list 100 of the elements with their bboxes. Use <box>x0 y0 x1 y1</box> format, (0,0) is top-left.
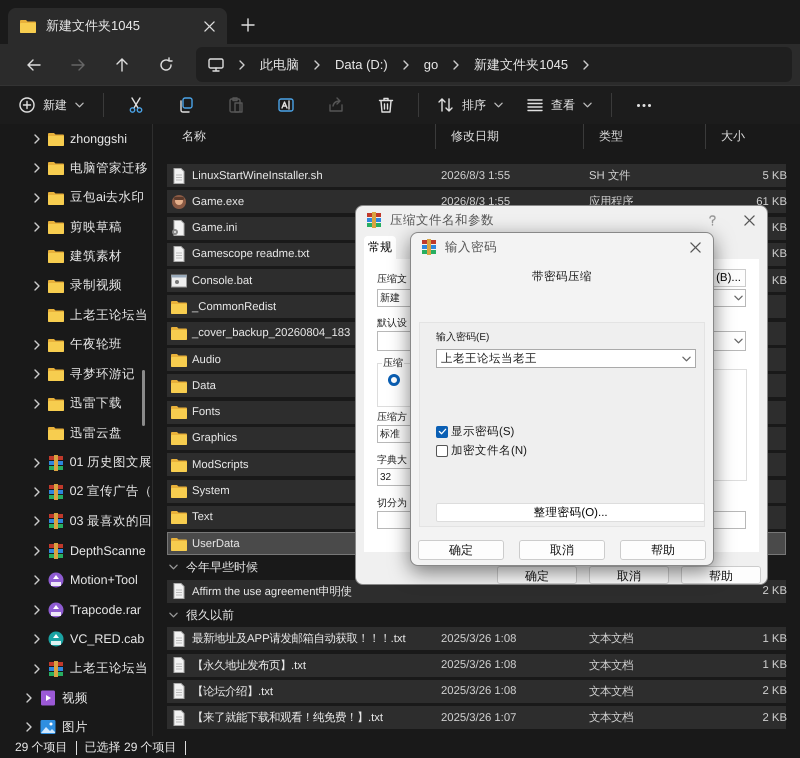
folder-icon <box>171 404 187 420</box>
expand-chevron-icon[interactable] <box>33 163 41 174</box>
modified-date: 2025/3/26 1:08 <box>441 659 516 672</box>
folder-icon <box>48 396 64 412</box>
new-tab-icon[interactable] <box>241 18 255 32</box>
file-row[interactable]: 【永久地址发布页】.txt 2025/3/26 1:08 文本文档 1 KB <box>167 654 786 677</box>
file-name: Text <box>192 511 213 524</box>
folder-icon <box>171 456 187 473</box>
checkbox-label[interactable]: 显示密码(S) <box>451 424 514 439</box>
sidebar-item[interactable]: 02 宣传广告（ <box>70 483 152 500</box>
sidebar-item[interactable]: 图片 <box>62 718 88 736</box>
new-button[interactable]: 新建 <box>10 89 93 121</box>
sidebar-item[interactable]: 01 历史图文展 <box>70 454 152 472</box>
document-icon <box>171 168 187 184</box>
sidebar-item[interactable]: Motion+Tool <box>70 573 138 588</box>
folder-icon <box>171 536 187 552</box>
sidebar-item[interactable]: 剪映草稿 <box>70 218 122 236</box>
expand-chevron-icon[interactable] <box>33 369 41 380</box>
sidebar-item[interactable]: Trapcode.rar <box>70 602 142 617</box>
document-icon <box>171 657 187 674</box>
collapse-chevron-icon[interactable] <box>169 612 178 618</box>
expand-chevron-icon[interactable] <box>33 134 41 144</box>
scrollbar[interactable] <box>142 370 145 426</box>
breadcrumb[interactable]: 新建文件夹1045 <box>474 56 568 74</box>
organize-passwords-button[interactable]: 整理密码(O)... <box>436 503 705 522</box>
sidebar-item[interactable]: VC_RED.cab <box>70 632 144 646</box>
breadcrumb[interactable]: 此电脑 <box>260 56 299 74</box>
sidebar-item[interactable]: 建筑素材 <box>70 248 122 265</box>
close-icon[interactable] <box>690 242 701 252</box>
dialog-button[interactable]: 确定 <box>497 566 577 584</box>
expand-chevron-icon[interactable] <box>33 340 41 350</box>
expand-chevron-icon[interactable] <box>33 398 41 409</box>
sidebar-item[interactable]: 上老王论坛当 <box>70 660 148 678</box>
breadcrumb[interactable]: Data (D:) <box>335 57 388 72</box>
expand-chevron-icon[interactable] <box>32 486 41 497</box>
sidebar-item[interactable]: 寻梦环游记 <box>70 366 135 383</box>
expand-chevron-icon[interactable] <box>25 722 33 732</box>
expand-chevron-icon[interactable] <box>33 575 41 586</box>
field-label: 输入密码(E) <box>436 331 490 345</box>
column-header[interactable]: 名称 <box>182 128 206 145</box>
rename-icon <box>278 97 294 113</box>
sidebar-item[interactable]: 午夜轮班 <box>70 336 122 354</box>
file-row[interactable]: 最新地址及APP请发邮箱自动获取！！！.txt 2025/3/26 1:08 文本文档 1 KB <box>167 627 786 650</box>
sort-button[interactable]: 排序 <box>429 89 512 121</box>
expand-chevron-icon[interactable] <box>33 664 41 674</box>
file-name: Audio <box>192 354 221 366</box>
column-header[interactable]: 类型 <box>599 128 623 145</box>
radio-button[interactable] <box>388 374 400 386</box>
sidebar-item[interactable]: 豆包ai去水印 <box>70 189 145 206</box>
sidebar-item[interactable]: 迅雷下载 <box>70 395 122 412</box>
address-bar[interactable]: 此电脑 Data (D:) go 新建文件夹1045 <box>196 47 792 82</box>
folder-icon <box>48 366 64 382</box>
close-icon[interactable] <box>744 214 755 226</box>
dialog-button[interactable]: 帮助 <box>620 540 706 560</box>
expand-chevron-icon[interactable] <box>33 546 41 556</box>
sort-icon <box>438 97 454 113</box>
file-size: 1 KB <box>762 632 787 645</box>
sidebar-item[interactable]: 上老王论坛当 <box>70 306 148 324</box>
folder-icon <box>48 190 64 206</box>
collapse-chevron-icon[interactable] <box>169 564 178 570</box>
checkbox[interactable] <box>436 444 448 456</box>
breadcrumb[interactable]: go <box>424 57 438 72</box>
dialog-button[interactable]: 取消 <box>589 566 669 584</box>
sidebar-item[interactable]: 录制视频 <box>70 277 122 294</box>
back-arrow-icon <box>26 56 42 72</box>
dialog-tab[interactable]: 常规 <box>364 236 396 259</box>
expand-chevron-icon[interactable] <box>33 192 41 203</box>
file-row[interactable]: 【论坛介绍】.txt 2025/3/26 1:08 文本文档 2 KB <box>167 680 786 703</box>
file-row[interactable]: 【来了就能下载和观看！纯免费！】.txt 2025/3/26 1:07 文本文档 2 KB <box>167 706 786 730</box>
expand-chevron-icon[interactable] <box>33 222 41 232</box>
field-label: 切分为 <box>377 497 408 511</box>
sidebar-item[interactable]: 03 最喜欢的回 <box>70 512 152 530</box>
scissors-icon <box>128 97 144 113</box>
dialog-button[interactable]: 取消 <box>519 540 605 560</box>
group-header[interactable]: 今年早些时候 <box>186 558 258 576</box>
expand-chevron-icon[interactable] <box>32 458 41 468</box>
expand-chevron-icon[interactable] <box>25 693 33 704</box>
sidebar-item[interactable]: 电脑管家迁移 <box>70 160 148 177</box>
expand-chevron-icon[interactable] <box>33 634 41 644</box>
browser-tab[interactable]: 新建文件夹1045 <box>8 8 227 44</box>
sidebar-item[interactable]: DepthScanne <box>70 544 146 558</box>
dialog-button[interactable]: 帮助 <box>681 566 761 584</box>
file-type: 文本文档 <box>589 660 633 672</box>
view-button[interactable]: 查看 <box>518 89 601 121</box>
sidebar-item[interactable]: 视频 <box>62 690 88 707</box>
dialog-button[interactable]: 确定 <box>418 540 504 560</box>
group-header[interactable]: 很久以前 <box>186 606 234 624</box>
sidebar-item[interactable]: zhonggshi <box>70 132 127 146</box>
checkbox-label[interactable]: 加密文件名(N) <box>451 443 527 458</box>
column-header[interactable]: 修改日期 <box>451 128 499 145</box>
sidebar-item[interactable]: 迅雷云盘 <box>70 424 122 442</box>
expand-chevron-icon[interactable] <box>33 280 41 291</box>
expand-chevron-icon[interactable] <box>32 516 41 526</box>
password-field[interactable]: 上老王论坛当老王 <box>436 349 696 368</box>
checkbox[interactable] <box>436 426 448 438</box>
column-header[interactable]: 大小 <box>721 128 745 145</box>
forward-arrow-icon <box>70 56 86 72</box>
expand-chevron-icon[interactable] <box>33 604 41 615</box>
help-icon[interactable] <box>709 214 716 226</box>
file-row[interactable]: LinuxStartWineInstaller.sh 2026/8/3 1:55 SH 文件 5 KB <box>167 164 786 187</box>
